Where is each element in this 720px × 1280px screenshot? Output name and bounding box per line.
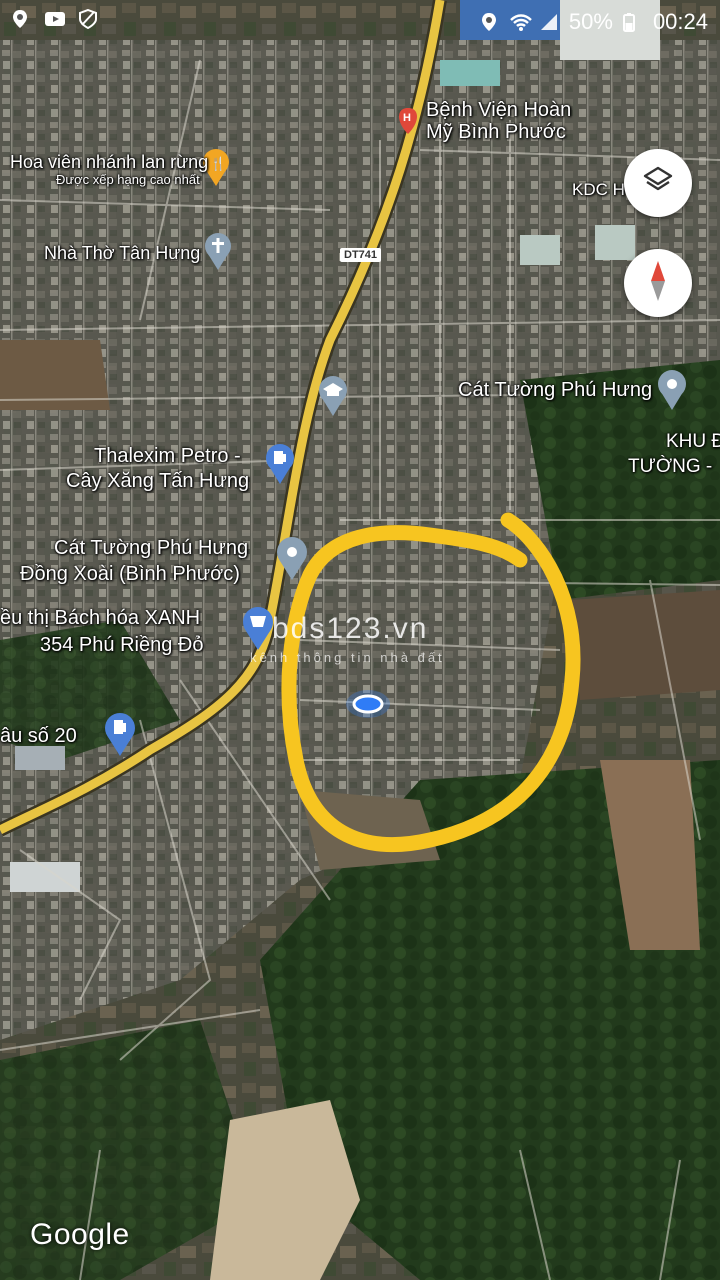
layers-icon: [641, 164, 675, 203]
church-label[interactable]: Nhà Thờ Tân Hưng: [44, 241, 200, 265]
cat-tuong-right-label[interactable]: Cát Tường Phú Hưng: [458, 378, 652, 402]
status-bar: 50% 00:24: [0, 0, 720, 44]
park-label[interactable]: Hoa viên nhánh lan rừng: [10, 150, 208, 174]
wifi-icon: [509, 12, 532, 32]
khu-label-line1[interactable]: KHU Đ: [666, 430, 720, 454]
petro-label-line2[interactable]: Cây Xăng Tấn Hưng: [66, 469, 249, 493]
bach-hoa-label-line1[interactable]: ều thị Bách hóa XANH: [0, 606, 200, 630]
battery-percent: 50%: [568, 9, 613, 34]
hospital-label[interactable]: Bệnh Viện Hoàn: [426, 98, 571, 122]
bach-hoa-label-line2[interactable]: 354 Phú Riềng Đỏ: [40, 633, 203, 657]
clock: 00:24: [652, 9, 708, 34]
cat-tuong-left-label-line2[interactable]: Đồng Xoài (Bình Phước): [20, 562, 240, 586]
battery-icon: [622, 12, 643, 32]
layers-button[interactable]: [624, 149, 692, 217]
watermark-sub: kênh thông tin nhà đất: [250, 650, 445, 665]
cau-so-label[interactable]: âu số 20: [0, 724, 77, 748]
hospital-label-line2[interactable]: Mỹ Bình Phước: [426, 120, 566, 144]
youtube-icon: [44, 9, 65, 29]
current-location-dot: [346, 690, 390, 718]
signal-icon: [539, 12, 559, 32]
location-status-icon: [10, 9, 30, 29]
shield-icon: [78, 8, 98, 30]
kdc-label[interactable]: KDC H: [572, 178, 625, 202]
khu-label-line2[interactable]: TƯỜNG -: [628, 455, 712, 479]
cat-tuong-left-label-line1[interactable]: Cát Tường Phú Hưng: [54, 536, 248, 560]
park-rating-label: Được xếp hạng cao nhất: [56, 172, 200, 187]
compass-icon: [643, 259, 673, 308]
location-status-icon: [479, 12, 499, 32]
road-badge-dt741: DT741: [340, 248, 382, 262]
svg-text:H: H: [403, 112, 411, 124]
google-logo: Google: [30, 1218, 130, 1251]
svg-text:🍴: 🍴: [210, 156, 226, 172]
watermark-main: bds123.vn: [272, 612, 429, 645]
petro-label-line1[interactable]: Thalexim Petro -: [94, 444, 241, 468]
compass-button[interactable]: [624, 249, 692, 317]
